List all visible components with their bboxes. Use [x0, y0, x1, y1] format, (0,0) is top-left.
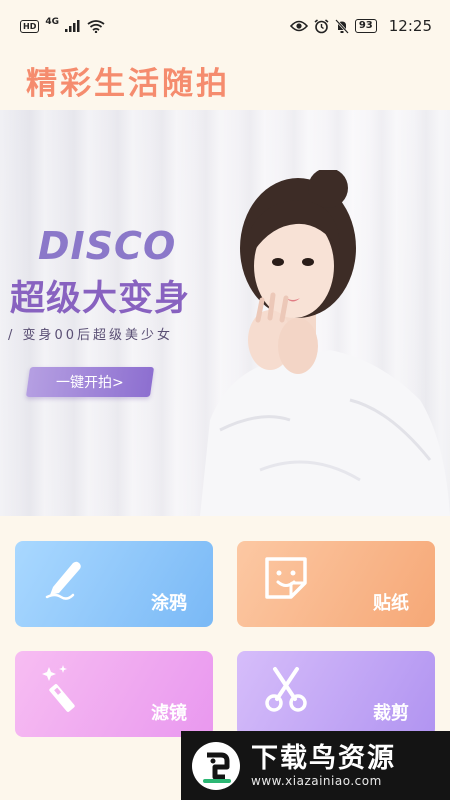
status-left: HD 4G: [20, 17, 105, 33]
app-title: 精彩生活随拍: [26, 66, 230, 102]
start-shoot-label: 一键开拍>: [56, 375, 124, 391]
clock: 12:25: [388, 17, 432, 35]
signal-icon: [65, 20, 80, 32]
banner-headline: 超级大变身: [10, 279, 191, 319]
sticker-label: 贴纸: [373, 593, 409, 614]
watermark-url: www.xiazainiao.com: [251, 773, 382, 788]
doodle-card[interactable]: 涂鸦: [15, 541, 213, 627]
mute-bell-icon: [334, 18, 349, 34]
status-right: 93 12:25: [289, 17, 432, 35]
magic-wand-icon: [42, 665, 75, 712]
wifi-icon: [87, 19, 105, 33]
filter-label: 滤镜: [151, 703, 187, 724]
promo-banner[interactable]: DISCO 超级大变身 / 变身00后超级美少女 一键开拍>: [0, 110, 450, 516]
sticker-card[interactable]: 贴纸: [237, 541, 435, 627]
watermark: 下载鸟资源 www.xiazainiao.com: [181, 731, 450, 800]
crop-card[interactable]: 裁剪: [237, 651, 435, 737]
doodle-label: 涂鸦: [151, 593, 187, 614]
alarm-icon: [314, 18, 329, 33]
sticker-icon: [265, 557, 307, 599]
scissors-icon: [265, 667, 307, 712]
watermark-title: 下载鸟资源: [251, 742, 396, 774]
model-photo: [200, 170, 450, 516]
status-bar: HD 4G 93 12:25: [0, 0, 450, 52]
crop-label: 裁剪: [373, 703, 409, 724]
eye-icon: [289, 20, 308, 32]
network-type: 4G: [45, 17, 59, 27]
battery-indicator: 93: [354, 19, 377, 33]
watermark-text: 下载鸟资源 www.xiazainiao.com: [251, 742, 396, 788]
start-shoot-button[interactable]: 一键开拍>: [25, 367, 155, 397]
bird-logo-icon: [192, 741, 240, 790]
filter-card[interactable]: 滤镜: [15, 651, 213, 737]
banner-subline: / 变身00后超级美少女: [8, 328, 174, 343]
pen-icon: [45, 561, 81, 600]
banner-brand: DISCO: [38, 224, 177, 268]
hd-badge: HD: [20, 19, 40, 33]
